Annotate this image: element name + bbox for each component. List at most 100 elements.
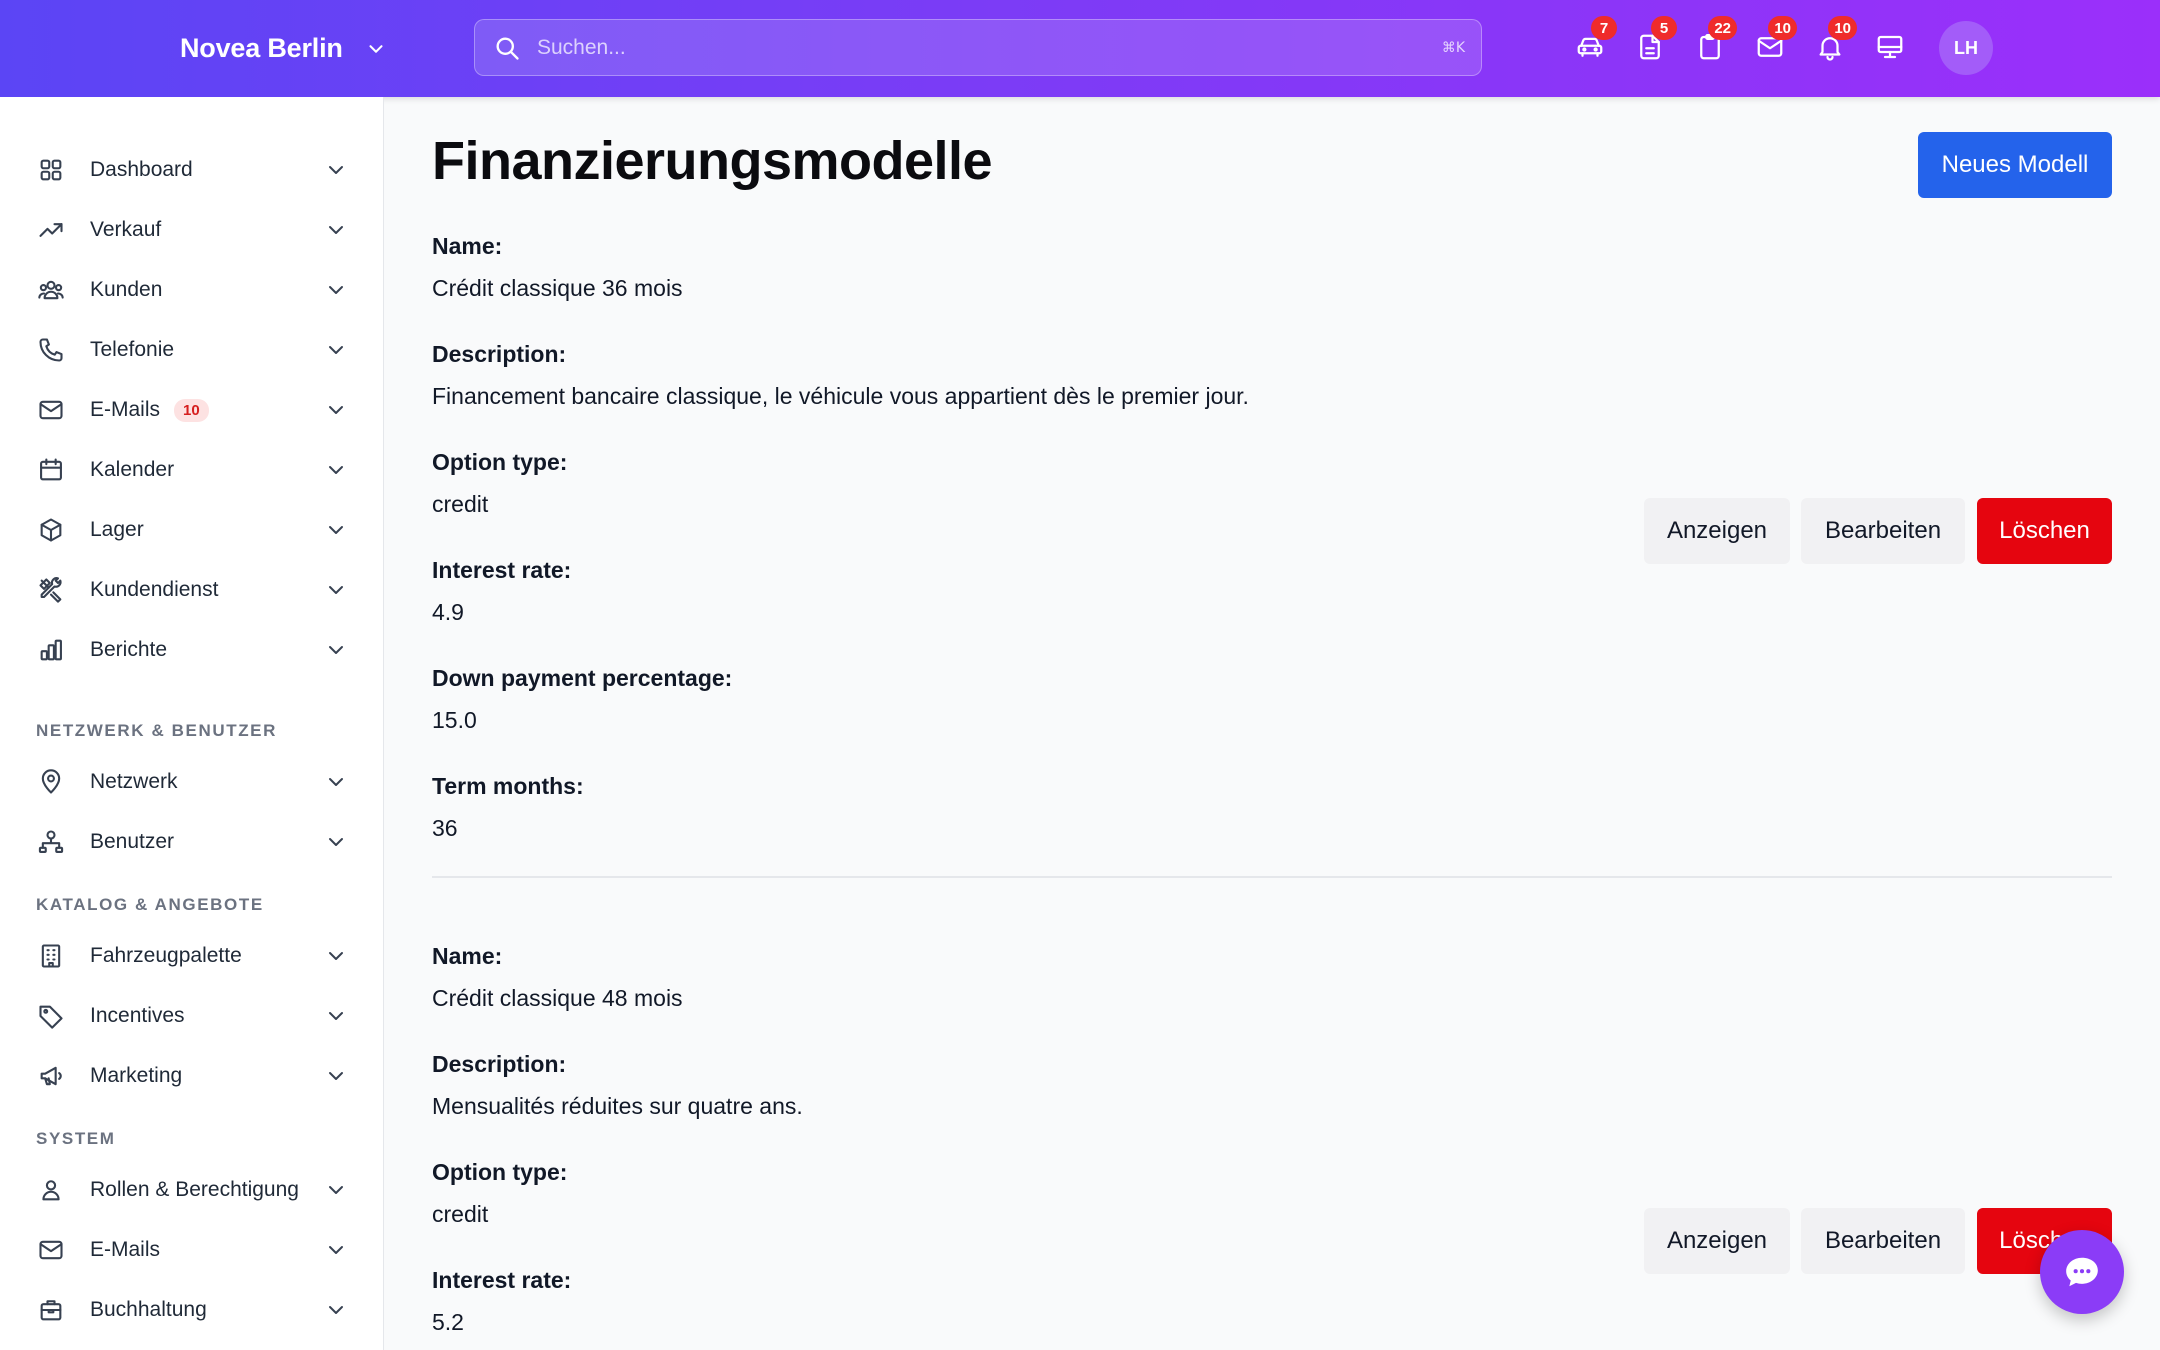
chevron-down-icon	[329, 1246, 343, 1254]
show-button[interactable]: Anzeigen	[1644, 1208, 1790, 1274]
notification-badge: 22	[1708, 16, 1737, 40]
sidebar-item-label: Marketing	[90, 1064, 183, 1087]
mail-icon	[36, 395, 66, 425]
section-title: KATALOG & ANGEBOTE	[36, 895, 264, 914]
field-label-down-payment: Down payment percentage:	[432, 665, 733, 691]
sidebar-item-buchhaltung[interactable]: Buchhaltung	[36, 1285, 356, 1335]
chevron-down-icon	[329, 838, 343, 846]
sidebar-item-label: Berichte	[90, 638, 168, 661]
chevron-down-icon	[329, 646, 343, 654]
search-box[interactable]: ⌘K	[474, 19, 1482, 76]
users-icon	[36, 275, 66, 305]
field-value-term-months: 36	[432, 815, 458, 841]
avatar[interactable]: LH	[1939, 21, 1993, 75]
search-shortcut: ⌘K	[1441, 39, 1465, 56]
chevron-down-icon	[329, 346, 343, 354]
chevron-down-icon	[329, 1012, 343, 1020]
trend-up-icon	[36, 215, 66, 245]
sidebar-item-verkauf[interactable]: Verkauf	[36, 205, 356, 255]
field-value-name: Crédit classique 48 mois	[432, 985, 683, 1011]
chevron-down-icon	[369, 44, 383, 53]
sidebar-item-label: Kunden	[90, 278, 163, 301]
chevron-down-icon	[329, 466, 343, 474]
field-value-option-type: credit	[432, 1201, 489, 1227]
briefcase-icon	[36, 1295, 66, 1325]
tasks-button[interactable]: 22	[1689, 16, 1737, 68]
user-network-icon	[36, 827, 66, 857]
documents-button[interactable]: 5	[1629, 16, 1677, 68]
sidebar-item-kalender[interactable]: Kalender	[36, 445, 356, 495]
chevron-down-icon	[329, 952, 343, 960]
sidebar-item-emails[interactable]: E-Mails 10	[36, 385, 356, 435]
sidebar-item-label: Rollen & Berechtigung	[90, 1178, 299, 1201]
tag-icon	[36, 1001, 66, 1031]
field-label-interest-rate: Interest rate:	[432, 557, 572, 583]
vehicles-button[interactable]: 7	[1569, 16, 1617, 68]
sidebar-item-label: Incentives	[90, 1004, 185, 1027]
sidebar-item-rollen[interactable]: Rollen & Berechtigung	[36, 1165, 356, 1215]
show-button[interactable]: Anzeigen	[1644, 498, 1790, 564]
megaphone-icon	[36, 1061, 66, 1091]
field-label-term-months: Term months:	[432, 773, 584, 799]
sidebar-item-berichte[interactable]: Berichte	[36, 625, 356, 675]
sidebar-item-fahrzeugpalette[interactable]: Fahrzeugpalette	[36, 931, 356, 981]
field-value-description: Mensualités réduites sur quatre ans.	[432, 1093, 803, 1119]
chevron-down-icon	[329, 1072, 343, 1080]
notification-badge: 5	[1651, 16, 1677, 40]
sidebar-item-label: E-Mails	[90, 1238, 161, 1261]
new-model-button[interactable]: Neues Modell	[1918, 132, 2112, 198]
sidebar-item-marketing[interactable]: Marketing	[36, 1051, 356, 1101]
sidebar-item-kundendienst[interactable]: Kundendienst	[36, 565, 356, 615]
sidebar-item-kunden[interactable]: Kunden	[36, 265, 356, 315]
sidebar-item-telefonie[interactable]: Telefonie	[36, 325, 356, 375]
sidebar-item-label: Dashboard	[90, 158, 193, 181]
sidebar-item-benutzer[interactable]: Benutzer	[36, 817, 356, 867]
notification-badge: 7	[1591, 16, 1617, 40]
notifications-button[interactable]: 10	[1809, 16, 1857, 68]
tools-icon	[36, 575, 66, 605]
grid-icon	[36, 155, 66, 185]
sidebar-item-label: Buchhaltung	[90, 1298, 207, 1321]
search-input[interactable]	[537, 35, 1442, 60]
field-value-name: Crédit classique 36 mois	[432, 275, 683, 301]
sidebar-item-label: Telefonie	[90, 338, 175, 361]
sidebar-item-system-emails[interactable]: E-Mails	[36, 1225, 356, 1275]
section-title: SYSTEM	[36, 1129, 116, 1148]
sidebar-item-label: Lager	[90, 518, 144, 541]
sidebar-item-netzwerk[interactable]: Netzwerk	[36, 757, 356, 807]
sidebar-item-label: Verkauf	[90, 218, 162, 241]
mail-icon	[36, 1235, 66, 1265]
sidebar-item-label: Kalender	[90, 458, 175, 481]
sidebar-item-label: Netzwerk	[90, 770, 178, 793]
brand-name: Novea Berlin	[180, 33, 343, 63]
search-icon	[496, 37, 519, 60]
field-value-down-payment: 15.0	[432, 707, 477, 733]
monitor-icon	[1877, 35, 1903, 59]
box-icon	[36, 515, 66, 545]
chevron-down-icon	[329, 406, 343, 414]
field-value-option-type: credit	[432, 491, 489, 517]
sidebar-item-incentives[interactable]: Incentives	[36, 991, 356, 1041]
chat-button[interactable]	[2040, 1230, 2124, 1314]
sidebar-item-lager[interactable]: Lager	[36, 505, 356, 555]
edit-button[interactable]: Bearbeiten	[1801, 498, 1965, 564]
display-button[interactable]	[1869, 26, 1911, 68]
bar-chart-icon	[36, 635, 66, 665]
top-bar: Novea Berlin ⌘K 7 5 22 10 10 LH	[0, 0, 2160, 97]
field-value-interest-rate: 5.2	[432, 1309, 464, 1335]
messages-button[interactable]: 10	[1749, 16, 1797, 68]
sidebar-item-label: Benutzer	[90, 830, 175, 853]
sidebar-item-dashboard[interactable]: Dashboard	[36, 145, 356, 195]
chevron-down-icon	[329, 526, 343, 534]
user-icon	[36, 1175, 66, 1205]
delete-button[interactable]: Löschen	[1977, 498, 2112, 564]
field-label-description: Description:	[432, 1051, 567, 1077]
sidebar-item-label: E-Mails	[90, 398, 161, 421]
page-title: Finanzierungsmodelle	[432, 131, 993, 191]
edit-button[interactable]: Bearbeiten	[1801, 1208, 1965, 1274]
field-label-description: Description:	[432, 341, 567, 367]
sidebar-item-label: Fahrzeugpalette	[90, 944, 242, 967]
chevron-down-icon	[329, 226, 343, 234]
notification-badge: 10	[1828, 16, 1857, 40]
workspace-switcher[interactable]: Novea Berlin	[180, 0, 387, 97]
